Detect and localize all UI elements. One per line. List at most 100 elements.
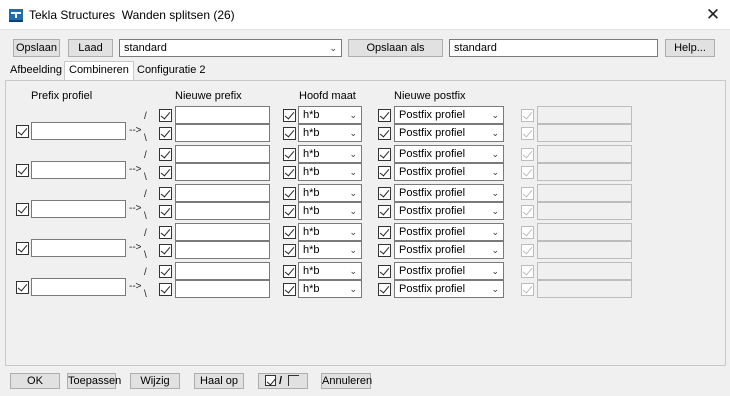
postfix-select[interactable]: Postfix profiel ⌄ <box>394 262 504 280</box>
size-value: h*b <box>303 283 320 295</box>
extra-checkbox <box>521 283 534 296</box>
save-as-button[interactable]: Opslaan als <box>348 39 443 57</box>
prefix-checkbox[interactable] <box>16 281 29 294</box>
close-button[interactable]: ✕ <box>702 4 724 26</box>
toggle-checkboxes-button[interactable]: / <box>258 373 308 389</box>
save-button[interactable]: Opslaan <box>13 39 60 57</box>
preset-value: standard <box>124 42 167 54</box>
tab-configuratie-2[interactable]: Configuratie 2 <box>133 62 210 80</box>
new-prefix-checkbox[interactable] <box>159 127 172 140</box>
new-prefix-field[interactable] <box>175 145 270 163</box>
new-prefix-checkbox[interactable] <box>159 148 172 161</box>
prefix-checkbox[interactable] <box>16 203 29 216</box>
chevron-down-icon: ⌄ <box>491 128 499 138</box>
postfix-select[interactable]: Postfix profiel ⌄ <box>394 280 504 298</box>
chevron-down-icon: ⌄ <box>349 149 357 159</box>
new-prefix-field[interactable] <box>175 241 270 259</box>
new-prefix-checkbox[interactable] <box>159 166 172 179</box>
size-checkbox[interactable] <box>283 226 296 239</box>
postfix-value: Postfix profiel <box>399 265 466 277</box>
connector-slash: / <box>144 189 147 200</box>
size-checkbox[interactable] <box>283 244 296 257</box>
size-select[interactable]: h*b ⌄ <box>298 280 362 298</box>
prefix-checkbox[interactable] <box>16 242 29 255</box>
postfix-value: Postfix profiel <box>399 283 466 295</box>
extra-field <box>537 223 632 241</box>
modify-button[interactable]: Wijzig <box>130 373 180 389</box>
postfix-checkbox[interactable] <box>378 148 391 161</box>
postfix-checkbox[interactable] <box>378 244 391 257</box>
size-checkbox[interactable] <box>283 283 296 296</box>
postfix-select[interactable]: Postfix profiel ⌄ <box>394 163 504 181</box>
new-prefix-field[interactable] <box>175 106 270 124</box>
new-prefix-field[interactable] <box>175 223 270 241</box>
postfix-checkbox[interactable] <box>378 205 391 218</box>
size-checkbox[interactable] <box>283 148 296 161</box>
prefix-checkbox[interactable] <box>16 164 29 177</box>
new-prefix-checkbox[interactable] <box>159 244 172 257</box>
postfix-checkbox[interactable] <box>378 187 391 200</box>
postfix-checkbox[interactable] <box>378 127 391 140</box>
size-select[interactable]: h*b ⌄ <box>298 241 362 259</box>
postfix-select[interactable]: Postfix profiel ⌄ <box>394 184 504 202</box>
size-checkbox[interactable] <box>283 166 296 179</box>
extra-checkbox <box>521 109 534 122</box>
prefix-profiel-field[interactable] <box>31 278 126 296</box>
size-checkbox[interactable] <box>283 187 296 200</box>
postfix-checkbox[interactable] <box>378 265 391 278</box>
prefix-checkbox[interactable] <box>16 125 29 138</box>
new-prefix-field[interactable] <box>175 280 270 298</box>
postfix-select[interactable]: Postfix profiel ⌄ <box>394 145 504 163</box>
postfix-checkbox[interactable] <box>378 226 391 239</box>
size-checkbox[interactable] <box>283 127 296 140</box>
postfix-checkbox[interactable] <box>378 166 391 179</box>
size-select[interactable]: h*b ⌄ <box>298 163 362 181</box>
size-select[interactable]: h*b ⌄ <box>298 106 362 124</box>
new-prefix-checkbox[interactable] <box>159 265 172 278</box>
prefix-profiel-field[interactable] <box>31 200 126 218</box>
cancel-button[interactable]: Annuleren <box>321 373 372 389</box>
new-prefix-checkbox[interactable] <box>159 283 172 296</box>
size-checkbox[interactable] <box>283 265 296 278</box>
prefix-profiel-field[interactable] <box>31 161 126 179</box>
extra-checkbox <box>521 166 534 179</box>
save-as-name-field[interactable]: standard <box>449 39 658 57</box>
prefix-profiel-field[interactable] <box>31 239 126 257</box>
apply-button[interactable]: Toepassen <box>67 373 121 389</box>
size-select[interactable]: h*b ⌄ <box>298 145 362 163</box>
new-prefix-field[interactable] <box>175 202 270 220</box>
new-prefix-field[interactable] <box>175 124 270 142</box>
size-select[interactable]: h*b ⌄ <box>298 262 362 280</box>
size-select[interactable]: h*b ⌄ <box>298 124 362 142</box>
get-button[interactable]: Haal op <box>194 373 244 389</box>
new-prefix-field[interactable] <box>175 163 270 181</box>
postfix-select[interactable]: Postfix profiel ⌄ <box>394 106 504 124</box>
preset-select[interactable]: standard ⌄ <box>119 39 342 57</box>
tab-afbeelding[interactable]: Afbeelding <box>6 62 66 80</box>
postfix-select[interactable]: Postfix profiel ⌄ <box>394 241 504 259</box>
new-prefix-field[interactable] <box>175 262 270 280</box>
new-prefix-checkbox[interactable] <box>159 226 172 239</box>
postfix-checkbox[interactable] <box>378 109 391 122</box>
size-select[interactable]: h*b ⌄ <box>298 223 362 241</box>
load-button[interactable]: Laad <box>68 39 113 57</box>
postfix-select[interactable]: Postfix profiel ⌄ <box>394 124 504 142</box>
size-value: h*b <box>303 244 320 256</box>
prefix-profiel-field[interactable] <box>31 122 126 140</box>
new-prefix-checkbox[interactable] <box>159 109 172 122</box>
postfix-select[interactable]: Postfix profiel ⌄ <box>394 202 504 220</box>
help-button[interactable]: Help... <box>665 39 715 57</box>
new-prefix-checkbox[interactable] <box>159 187 172 200</box>
postfix-select[interactable]: Postfix profiel ⌄ <box>394 223 504 241</box>
size-select[interactable]: h*b ⌄ <box>298 184 362 202</box>
size-checkbox[interactable] <box>283 205 296 218</box>
new-prefix-field[interactable] <box>175 184 270 202</box>
extra-field <box>537 163 632 181</box>
postfix-checkbox[interactable] <box>378 283 391 296</box>
size-checkbox[interactable] <box>283 109 296 122</box>
new-prefix-checkbox[interactable] <box>159 205 172 218</box>
tab-combineren[interactable]: Combineren <box>64 61 134 81</box>
size-select[interactable]: h*b ⌄ <box>298 202 362 220</box>
tekla-app-icon <box>9 9 23 22</box>
ok-button[interactable]: OK <box>10 373 60 389</box>
